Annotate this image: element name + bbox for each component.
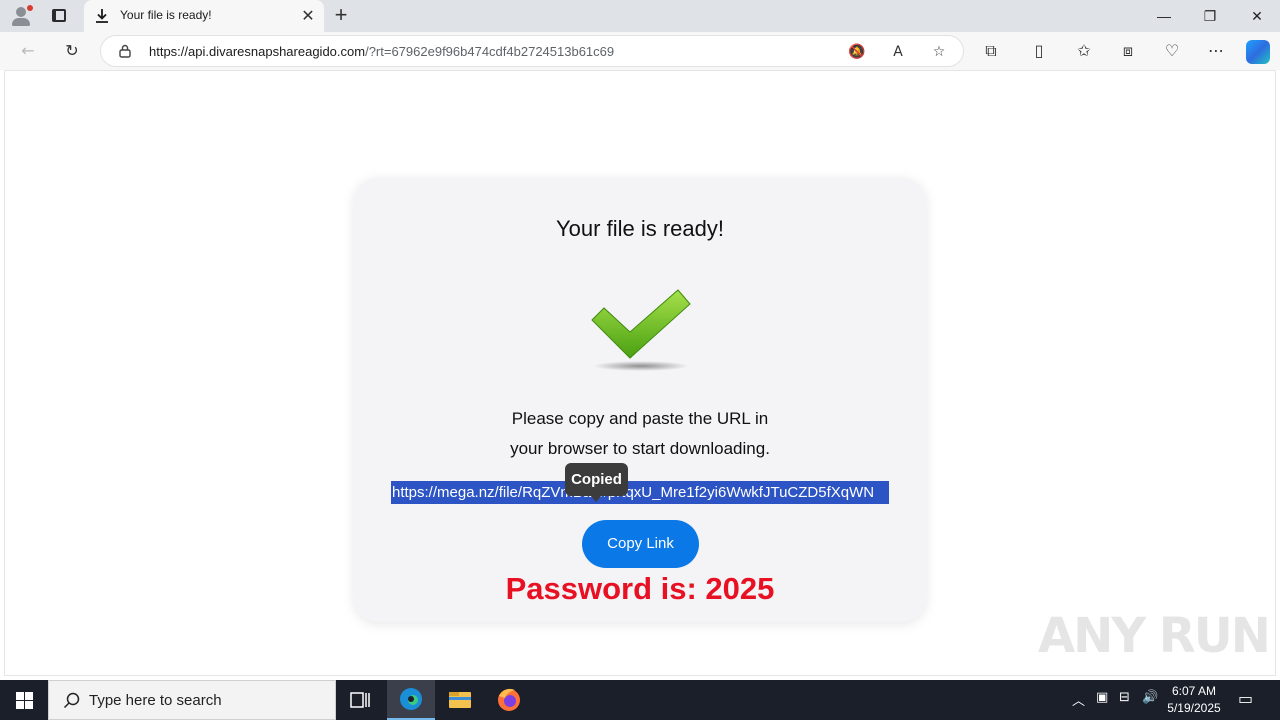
taskbar-search-box[interactable]: Type here to search <box>48 680 336 720</box>
clock-time: 6:07 AM <box>1171 684 1217 698</box>
extensions-icon[interactable]: ⧉ <box>980 40 1002 62</box>
tab-actions-icon[interactable] <box>49 7 71 25</box>
instruction-line-2: your browser to start downloading. <box>510 439 770 458</box>
task-view-icon[interactable] <box>336 680 384 720</box>
browser-toolbar: ← ↻ https://api.divaresnapshareagido.com… <box>0 32 1280 70</box>
favorites-icon[interactable]: ✩ <box>1073 40 1095 62</box>
anyrun-watermark: ANY RUN <box>1038 608 1271 664</box>
edge-taskbar-icon[interactable] <box>387 680 435 720</box>
back-icon[interactable]: ← <box>17 40 39 62</box>
tab-title: Your file is ready! <box>120 8 212 22</box>
tray-overflow-icon[interactable]: ︿ <box>1072 690 1085 709</box>
restore-button[interactable]: ❐ <box>1187 0 1233 32</box>
volume-icon[interactable]: 🔊 <box>1142 690 1158 705</box>
search-placeholder: Type here to search <box>89 692 222 709</box>
split-screen-icon[interactable]: ▯ <box>1028 40 1050 62</box>
collections-icon[interactable]: ⧈ <box>1117 40 1139 62</box>
lock-icon[interactable] <box>119 44 131 58</box>
download-card: Your file is ready! Please copy and past… <box>354 178 926 622</box>
minimize-button[interactable]: — <box>1141 0 1187 32</box>
page-title: Your file is ready! <box>556 216 724 241</box>
checkmark-icon <box>591 289 691 371</box>
refresh-icon[interactable]: ↻ <box>61 40 83 62</box>
profile-icon[interactable] <box>10 5 33 27</box>
download-icon <box>96 9 108 23</box>
network-icon[interactable]: ⊟ <box>1119 690 1130 705</box>
favorite-star-icon[interactable]: ☆ <box>929 42 949 62</box>
close-window-button[interactable]: ✕ <box>1234 0 1280 32</box>
download-url-text[interactable]: https://mega.nz/file/RqZVmBad#prtqxU_Mre… <box>391 481 889 504</box>
title-bar: Your file is ready! ✕ + — ❐ ✕ <box>0 0 1280 32</box>
notifications-blocked-icon[interactable]: 🔕 <box>847 42 867 62</box>
password-text: Password is: 2025 <box>505 571 775 606</box>
search-icon <box>63 692 80 709</box>
copy-link-button[interactable]: Copy Link <box>582 520 699 568</box>
instructions: Please copy and paste the URL in your br… <box>354 404 926 464</box>
more-menu-icon[interactable]: ⋯ <box>1205 40 1227 62</box>
read-aloud-icon[interactable]: A <box>888 42 908 62</box>
file-explorer-icon[interactable] <box>436 680 484 720</box>
tab-close-icon[interactable]: ✕ <box>300 8 316 24</box>
new-tab-button[interactable]: + <box>330 4 352 26</box>
copied-tooltip: Copied <box>565 463 628 502</box>
url-text[interactable]: https://api.divaresnapshareagido.com/?rt… <box>149 44 614 59</box>
browser-essentials-icon[interactable]: ♡ <box>1161 40 1183 62</box>
notification-icon[interactable]: ▭ <box>1238 689 1253 708</box>
instruction-line-1: Please copy and paste the URL in <box>511 409 769 428</box>
address-bar[interactable]: https://api.divaresnapshareagido.com/?rt… <box>100 35 964 67</box>
clock-date: 5/19/2025 <box>1167 701 1221 715</box>
taskbar: Type here to search ︿ ▣ ⊟ 🔊 6:07 AM 5/19… <box>0 680 1280 720</box>
copilot-icon[interactable] <box>1246 40 1270 64</box>
taskbar-clock[interactable]: 6:07 AM 5/19/2025 <box>1162 683 1226 717</box>
start-button[interactable] <box>0 680 48 720</box>
browser-tab[interactable]: Your file is ready! ✕ <box>84 0 324 32</box>
device-icon[interactable]: ▣ <box>1096 690 1108 705</box>
firefox-icon[interactable] <box>485 680 533 720</box>
